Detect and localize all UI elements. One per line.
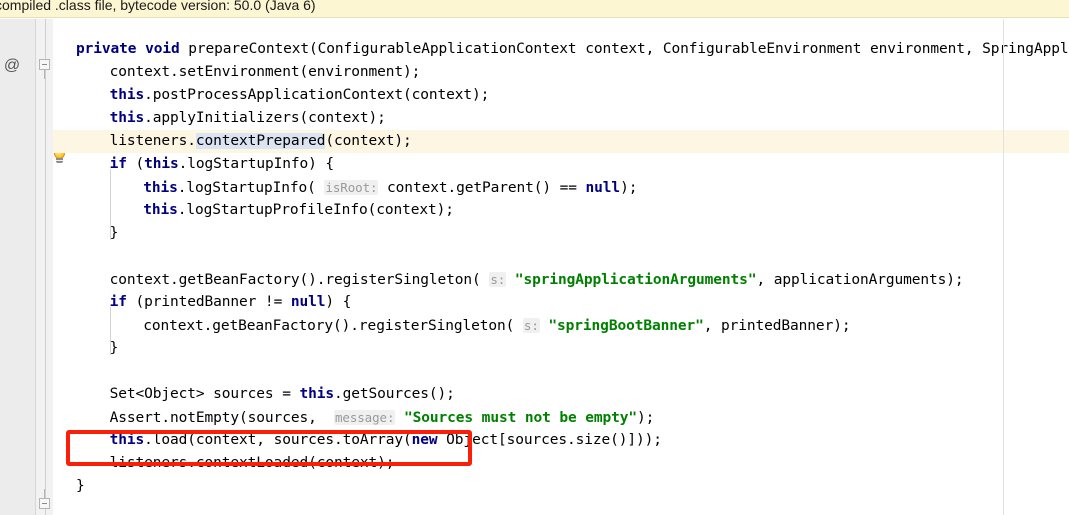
code-token: Object[sources.size()])); — [437, 432, 662, 448]
code-token: Set<Object> sources = — [109, 386, 300, 402]
code-token: .postProcessApplicationContext(context); — [144, 87, 490, 103]
code-token: ) { — [325, 294, 352, 310]
code-token: context.getBeanFactory().registerSinglet… — [143, 318, 523, 334]
code-editor[interactable]: @ private void prepareContext(Configurab… — [0, 19, 1069, 515]
string-literal: "springBootBanner" — [548, 318, 704, 334]
code-line[interactable]: this.applyInitializers(context); — [110, 107, 386, 130]
fold-strip-divider — [45, 19, 46, 515]
fold-collapse-icon[interactable] — [39, 498, 50, 509]
fold-region-stem — [44, 489, 45, 498]
code-line[interactable]: Assert.notEmpty(sources, message: "Sourc… — [109, 406, 655, 429]
code-token: context.getBeanFactory().registerSinglet… — [109, 272, 490, 288]
code-token: listeners. — [109, 133, 196, 149]
bytecode-version-banner-text: compiled .class file, bytecode version: … — [0, 0, 316, 13]
code-line[interactable]: } — [76, 475, 85, 498]
keyword-token: this — [299, 386, 334, 402]
keyword-token: new — [411, 432, 438, 448]
code-line[interactable]: listeners.contextPrepared(context); — [110, 130, 412, 153]
code-token: prepareContext(ConfigurableApplicationCo… — [179, 41, 1069, 57]
editor-gutter[interactable] — [0, 19, 36, 515]
code-token: , applicationArguments); — [756, 272, 964, 288]
parameter-hint: s: — [489, 272, 507, 287]
code-line[interactable]: this.postProcessApplicationContext(conte… — [110, 84, 490, 107]
keyword-token: this — [143, 202, 178, 218]
code-text-area[interactable]: private void prepareContext(Configurable… — [53, 19, 1069, 515]
code-line[interactable]: context.getBeanFactory().registerSinglet… — [143, 314, 851, 337]
code-line[interactable]: this.logStartupProfileInfo(context); — [143, 199, 454, 222]
code-token: .logStartupInfo( — [177, 180, 325, 196]
code-line[interactable]: this.load(context, sources.toArray(new O… — [110, 429, 662, 452]
right-margin-guide — [1003, 19, 1004, 515]
keyword-token: void — [145, 41, 180, 57]
highlighted-identifier: contextPrepared — [195, 133, 326, 149]
code-token: listeners.contextLoaded(context); — [109, 455, 395, 471]
code-line[interactable]: context.getBeanFactory().registerSinglet… — [110, 268, 964, 291]
code-token: } — [109, 225, 119, 241]
code-token: } — [76, 478, 85, 494]
code-line[interactable]: } — [110, 337, 119, 360]
code-token: context.setEnvironment(environment); — [109, 64, 421, 80]
code-line[interactable]: if (this.logStartupInfo) { — [109, 153, 335, 176]
code-token: ); — [620, 180, 638, 196]
parameter-hint: isRoot: — [324, 180, 379, 195]
string-literal: "Sources must not be empty" — [404, 410, 638, 426]
code-line[interactable]: if (printedBanner != null) { — [110, 291, 352, 314]
keyword-token: null — [585, 180, 621, 196]
code-line[interactable]: } — [110, 222, 119, 245]
keyword-token: private — [76, 41, 137, 57]
code-token: .load(context, sources.toArray( — [144, 432, 412, 448]
code-token: (context); — [325, 133, 412, 149]
code-token: , printedBanner); — [703, 318, 851, 334]
code-token: .logStartupInfo) { — [178, 156, 334, 172]
keyword-token: this — [143, 180, 178, 196]
keyword-token: if — [109, 294, 127, 310]
parameter-hint: message: — [333, 410, 396, 425]
parameter-hint: s: — [522, 318, 540, 333]
keyword-token: this — [144, 156, 179, 172]
fold-region-stem — [44, 70, 45, 79]
fold-collapse-icon[interactable] — [39, 59, 50, 70]
annotation-at-icon[interactable]: @ — [3, 57, 21, 75]
keyword-token: this — [109, 87, 145, 103]
code-line[interactable]: listeners.contextLoaded(context); — [110, 452, 395, 475]
code-token: .logStartupProfileInfo(context); — [177, 202, 454, 218]
keyword-token: this — [109, 432, 145, 448]
keyword-token: if — [109, 156, 127, 172]
code-line[interactable]: context.setEnvironment(environment); — [110, 61, 421, 84]
keyword-token: null — [290, 294, 326, 310]
ide-editor-screen: compiled .class file, bytecode version: … — [0, 0, 1069, 515]
keyword-token: this — [109, 110, 145, 126]
code-line[interactable]: this.logStartupInfo( isRoot: context.get… — [143, 176, 637, 199]
code-line[interactable]: Set<Object> sources = this.getSources(); — [110, 383, 455, 406]
code-line[interactable]: private void prepareContext(Configurable… — [76, 38, 1069, 61]
code-token: .getSources(); — [333, 386, 455, 402]
string-literal: "springApplicationArguments" — [514, 272, 757, 288]
bytecode-version-banner: compiled .class file, bytecode version: … — [0, 0, 1069, 18]
code-token: ); — [637, 410, 655, 426]
code-token: } — [109, 340, 119, 356]
code-token: context.getParent() == — [378, 180, 586, 196]
code-token: ( — [126, 156, 145, 172]
code-token: (printedBanner != — [126, 294, 291, 310]
code-token: Assert.notEmpty(sources, — [109, 410, 334, 426]
code-token: .applyInitializers(context); — [144, 110, 386, 126]
